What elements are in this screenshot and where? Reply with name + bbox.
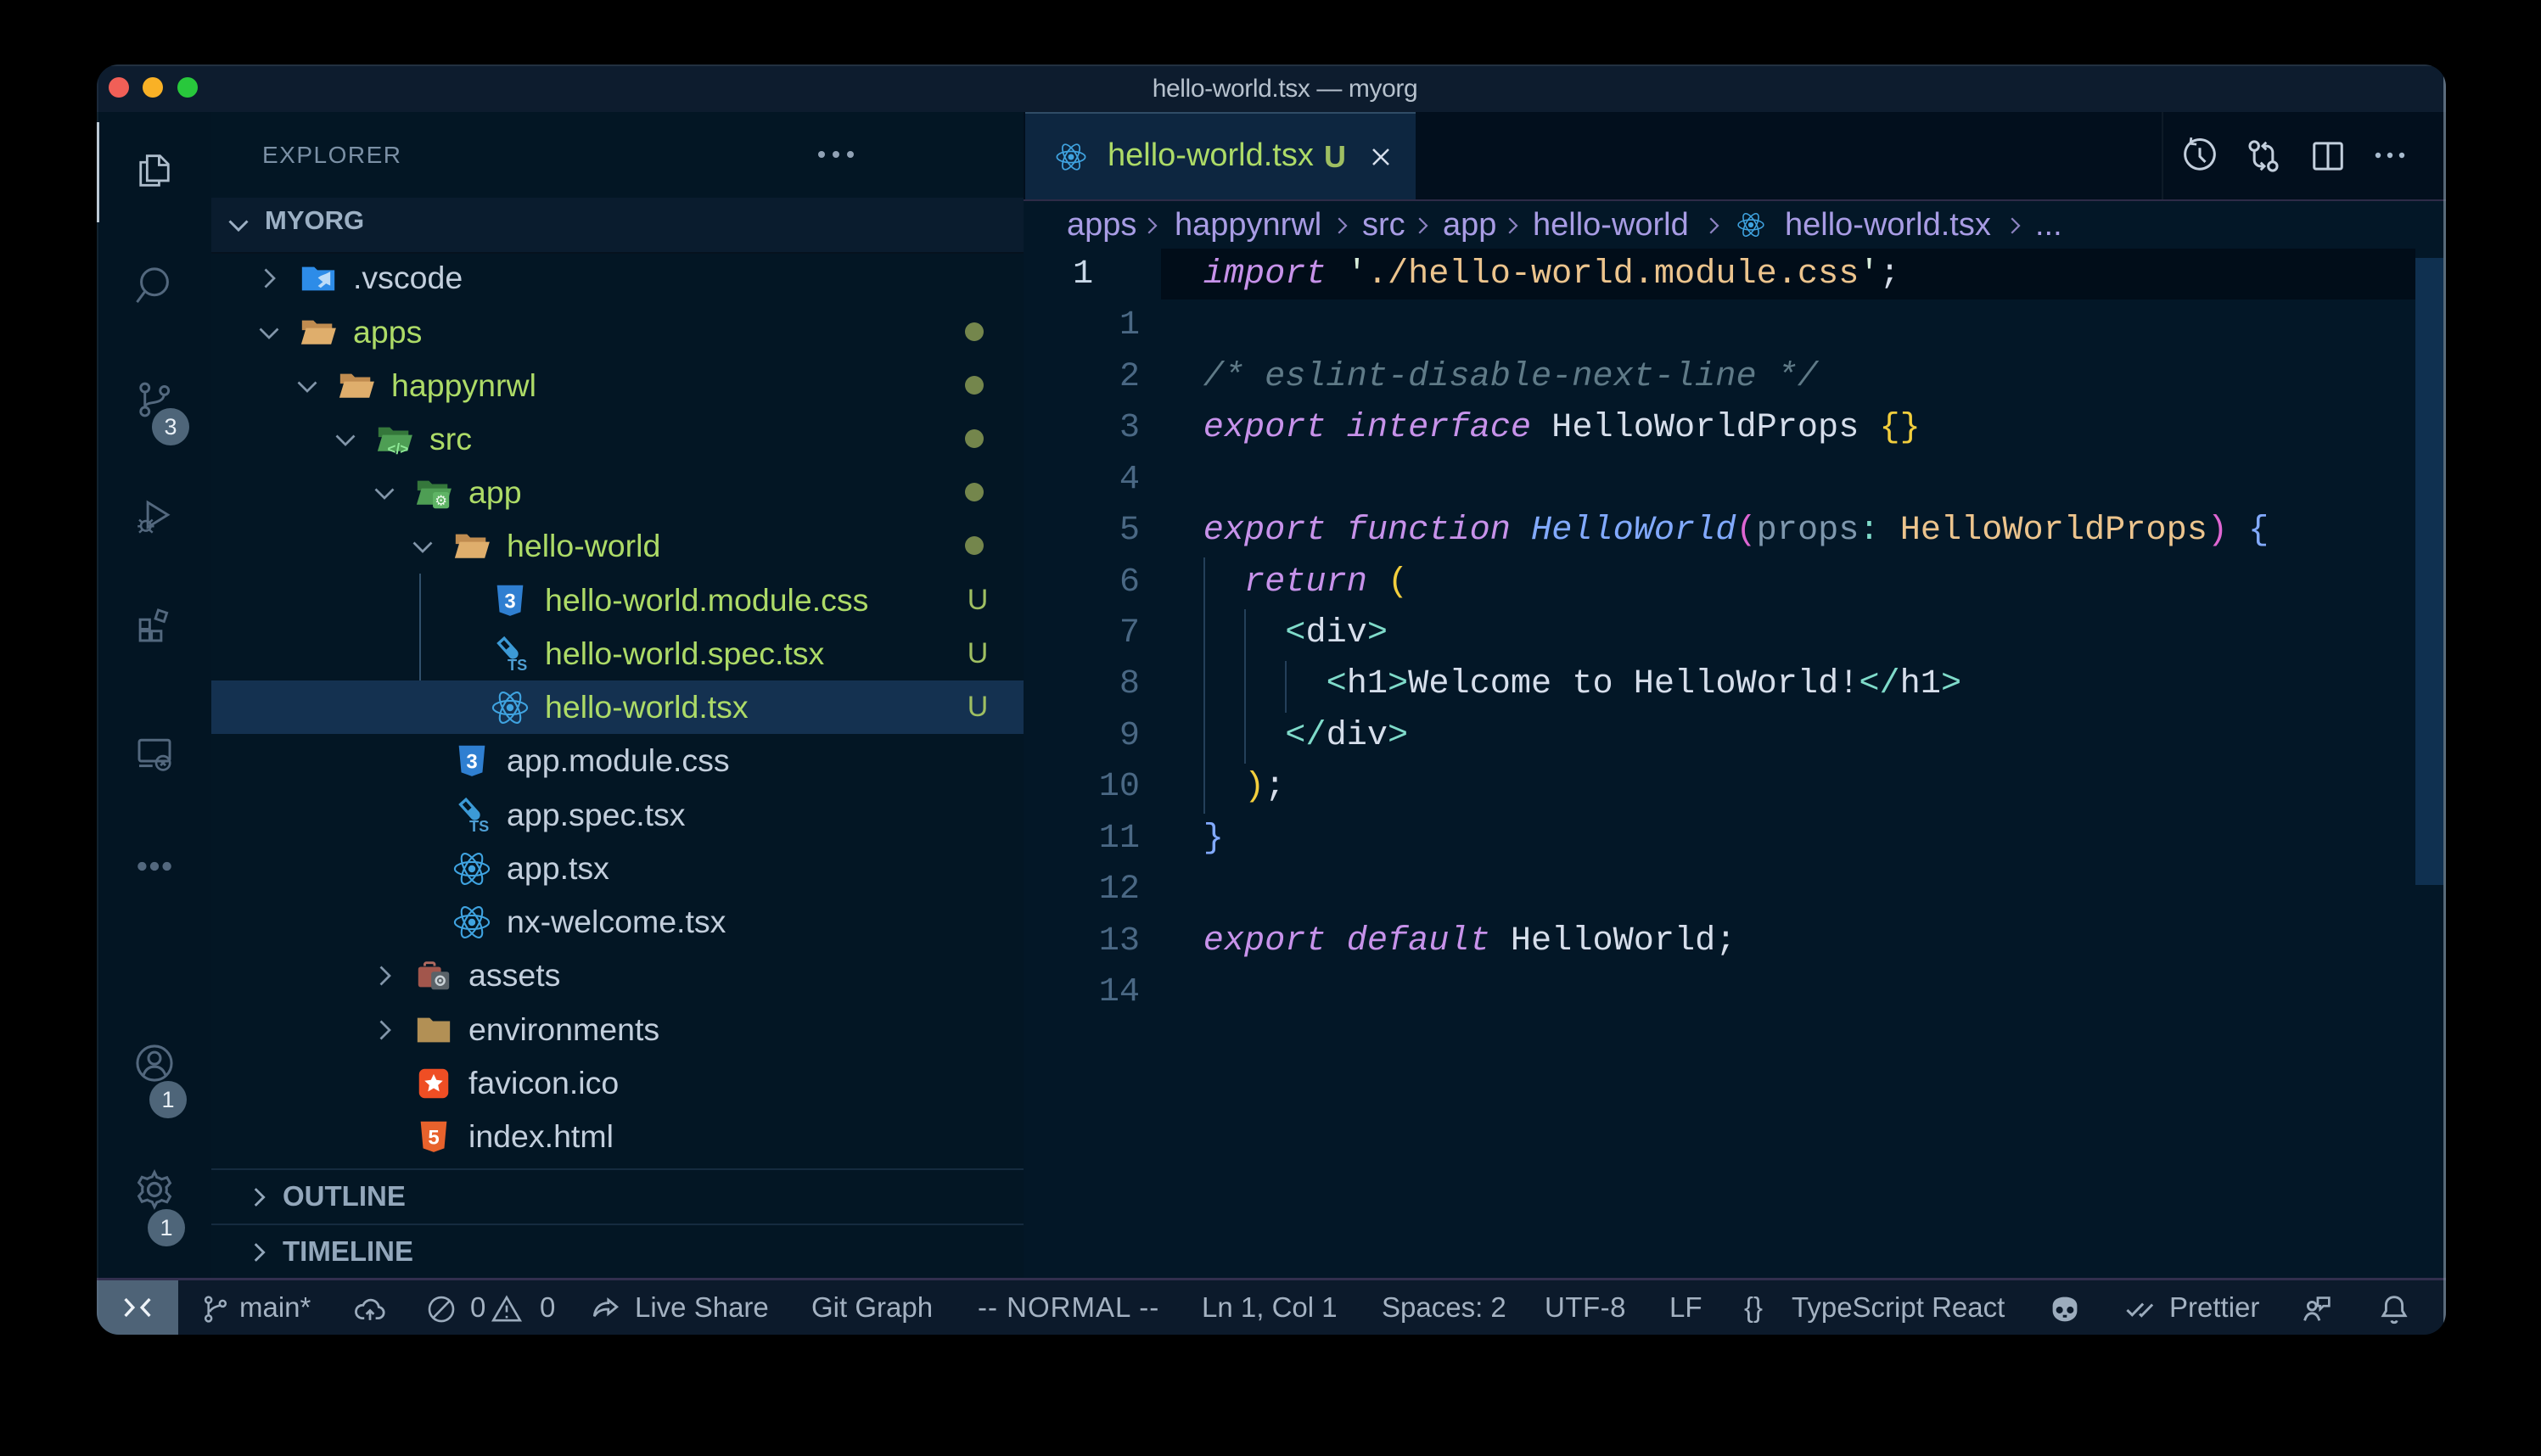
svg-text:5: 5 <box>428 1127 439 1150</box>
svg-text:TS: TS <box>469 818 489 835</box>
svg-text:3: 3 <box>466 751 477 774</box>
svg-text:</>: </> <box>387 440 408 457</box>
svg-text:TS: TS <box>508 657 527 674</box>
svg-text:3: 3 <box>504 591 515 613</box>
svg-text:⚙: ⚙ <box>435 493 447 508</box>
